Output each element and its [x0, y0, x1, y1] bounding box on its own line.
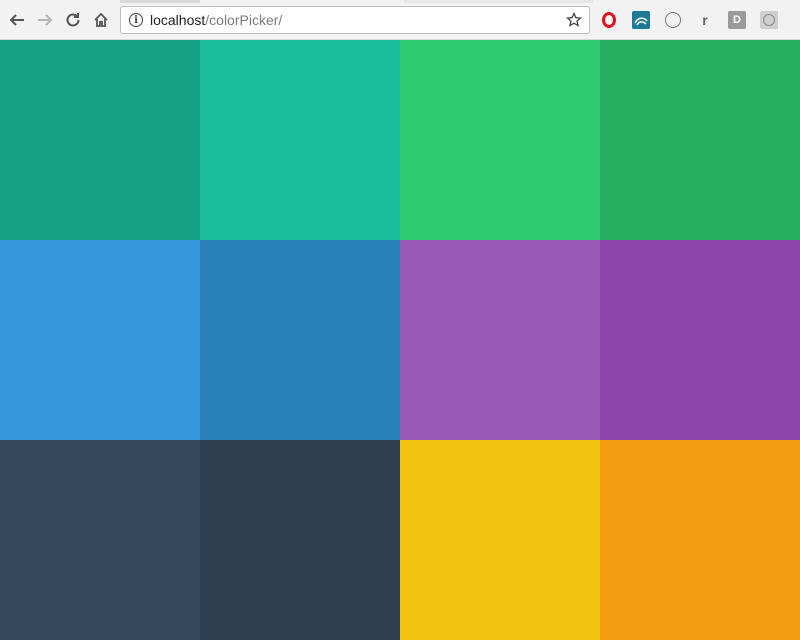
swatch-turquoise[interactable]	[200, 40, 400, 240]
swatch-wet-asphalt[interactable]	[0, 440, 200, 640]
swatch-amethyst[interactable]	[400, 240, 600, 440]
swatch-emerald[interactable]	[400, 40, 600, 240]
github-icon[interactable]	[664, 11, 682, 29]
home-icon[interactable]	[90, 9, 112, 31]
forward-arrow-icon[interactable]	[34, 9, 56, 31]
back-arrow-icon[interactable]	[6, 9, 28, 31]
url-path: /colorPicker/	[205, 12, 283, 28]
star-icon[interactable]	[565, 11, 583, 29]
wave-icon[interactable]	[632, 11, 650, 29]
swatch-peter-river[interactable]	[0, 240, 200, 440]
swatch-wisteria[interactable]	[600, 240, 800, 440]
react-atom	[763, 14, 775, 26]
info-icon[interactable]: i	[129, 13, 143, 27]
d-extension-icon[interactable]: D	[728, 11, 746, 29]
swatch-midnight-blue[interactable]	[200, 440, 400, 640]
r-extension-icon[interactable]: r	[696, 11, 714, 29]
react-devtools-icon[interactable]	[760, 11, 778, 29]
browser-toolbar: i localhost/colorPicker/ r D	[0, 0, 800, 40]
swatch-green-sea[interactable]	[0, 40, 200, 240]
opera-ring	[602, 12, 616, 28]
swatch-belize-hole[interactable]	[200, 240, 400, 440]
url-text[interactable]: localhost/colorPicker/	[150, 12, 282, 28]
github-circle	[665, 12, 681, 28]
address-bar[interactable]: i localhost/colorPicker/	[120, 6, 590, 34]
color-swatch-grid	[0, 40, 800, 640]
swatch-orange[interactable]	[600, 440, 800, 640]
tab-edge-left	[120, 0, 200, 3]
opera-icon[interactable]	[600, 11, 618, 29]
reload-icon[interactable]	[62, 9, 84, 31]
swatch-nephritis[interactable]	[600, 40, 800, 240]
url-host: localhost	[150, 12, 206, 28]
tab-edge-right	[404, 0, 594, 3]
swatch-sunflower[interactable]	[400, 440, 600, 640]
